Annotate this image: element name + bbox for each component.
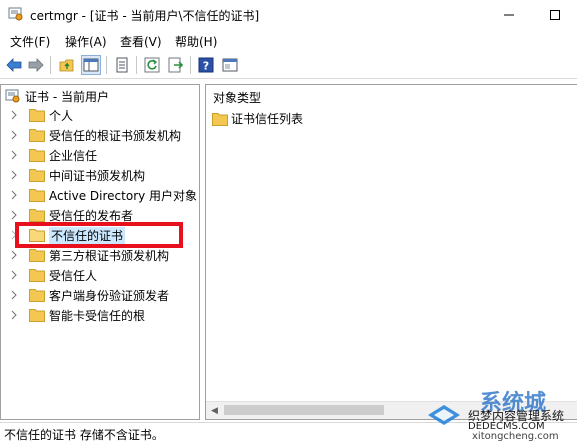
chevron-right-icon[interactable]: [9, 170, 19, 180]
export-list-button[interactable]: [167, 56, 185, 74]
tree-item-label: 受信任的发布者: [49, 208, 134, 223]
help-icon: ?: [198, 57, 214, 73]
list-pane[interactable]: 对象类型 证书信任列表 ◀: [205, 84, 577, 420]
list-item-ctl[interactable]: 证书信任列表: [212, 110, 303, 127]
tree-item-label: 受信任的根证书颁发机构: [49, 128, 182, 143]
folder-icon: [29, 269, 45, 282]
chevron-right-icon[interactable]: [9, 130, 19, 140]
tree-item-untrusted-certificates[interactable]: 不信任的证书: [9, 225, 126, 245]
menu-bar: 文件(F) 操作(A) 查看(V) 帮助(H): [0, 30, 577, 52]
list-item-label: 证书信任列表: [231, 112, 304, 126]
minimize-button[interactable]: [486, 0, 532, 30]
tree-item-label: Active Directory 用户对象: [49, 188, 198, 203]
tree-item-label: 不信任的证书: [49, 226, 126, 244]
maximize-button[interactable]: [532, 0, 577, 30]
folder-icon: [29, 289, 45, 302]
tree-pane[interactable]: 证书 - 当前用户 个人 受信任的根证书颁发机构 企业信任 中间证书颁发机构 A…: [0, 84, 200, 420]
forward-button[interactable]: [27, 56, 45, 74]
window-title: certmgr - [证书 - 当前用户\不信任的证书]: [30, 9, 260, 23]
console-icon: [222, 58, 238, 72]
folder-icon: [29, 129, 45, 142]
refresh-button[interactable]: [143, 56, 161, 74]
tree-item-label: 第三方根证书颁发机构: [49, 248, 170, 263]
console-view-button[interactable]: [221, 56, 239, 74]
chevron-right-icon[interactable]: [9, 110, 19, 120]
certificates-store-icon: [5, 89, 20, 103]
maximize-icon: [550, 10, 560, 20]
status-bar: 不信任的证书 存储不含证书。: [0, 422, 577, 443]
up-folder-icon: [59, 59, 74, 72]
folder-icon: [29, 209, 45, 222]
tree-item-enterprise-trust[interactable]: 企业信任: [9, 145, 97, 165]
back-arrow-icon: [6, 58, 22, 72]
chevron-right-icon[interactable]: [9, 230, 19, 240]
folder-icon: [29, 189, 45, 202]
chevron-right-icon[interactable]: [9, 210, 19, 220]
chevron-right-icon[interactable]: [9, 190, 19, 200]
menu-help[interactable]: 帮助(H): [173, 33, 219, 50]
tree-item-trusted-people[interactable]: 受信任人: [9, 265, 97, 285]
folder-icon: [29, 309, 45, 322]
up-one-level-button[interactable]: [58, 56, 76, 74]
tree-item-label: 中间证书颁发机构: [49, 168, 146, 183]
scroll-left-icon[interactable]: ◀: [206, 402, 223, 419]
folder-icon: [29, 109, 45, 122]
help-button[interactable]: ?: [197, 56, 215, 74]
tree-item-active-directory-user[interactable]: Active Directory 用户对象: [9, 185, 197, 205]
tree-root-label: 证书 - 当前用户: [25, 89, 109, 104]
tree-item-smart-card-trusted-roots[interactable]: 智能卡受信任的根: [9, 305, 145, 325]
menu-file[interactable]: 文件(F): [8, 33, 52, 50]
minimize-icon: [504, 14, 514, 16]
forward-arrow-icon: [28, 58, 44, 72]
tree-item-label: 客户端身份验证颁发者: [49, 288, 170, 303]
export-icon: [168, 57, 184, 73]
tree-item-trusted-root-ca[interactable]: 受信任的根证书颁发机构: [9, 125, 181, 145]
tree-item-intermediate-ca[interactable]: 中间证书颁发机构: [9, 165, 145, 185]
horizontal-scrollbar[interactable]: ◀: [206, 401, 577, 419]
folder-icon: [29, 249, 45, 262]
folder-icon: [29, 169, 45, 182]
chevron-right-icon[interactable]: [9, 150, 19, 160]
refresh-icon: [144, 57, 160, 73]
tree-root[interactable]: 证书 - 当前用户: [5, 87, 109, 105]
certmgr-window: certmgr - [证书 - 当前用户\不信任的证书] 文件(F) 操作(A)…: [0, 0, 577, 443]
menu-view[interactable]: 查看(V): [118, 33, 164, 50]
column-header-object-type[interactable]: 对象类型: [213, 89, 261, 106]
tree-item-third-party-root-ca[interactable]: 第三方根证书颁发机构: [9, 245, 169, 265]
title-bar[interactable]: certmgr - [证书 - 当前用户\不信任的证书]: [0, 0, 577, 30]
tree-item-label: 个人: [49, 108, 74, 123]
back-button[interactable]: [5, 56, 23, 74]
svg-text:?: ?: [203, 60, 209, 73]
chevron-right-icon[interactable]: [9, 310, 19, 320]
status-text: 不信任的证书 存储不含证书。: [4, 428, 164, 442]
properties-icon: [116, 57, 128, 73]
tree-item-label: 智能卡受信任的根: [49, 308, 146, 323]
properties-button[interactable]: [113, 56, 131, 74]
folder-icon: [29, 149, 45, 162]
chevron-right-icon[interactable]: [9, 290, 19, 300]
show-hide-tree-button[interactable]: [81, 55, 101, 75]
chevron-right-icon[interactable]: [9, 270, 19, 280]
certmgr-app-icon: [8, 6, 24, 22]
show-hide-tree-icon: [83, 58, 99, 72]
tree-item-client-auth-issuers[interactable]: 客户端身份验证颁发者: [9, 285, 169, 305]
chevron-right-icon[interactable]: [9, 250, 19, 260]
open-folder-icon: [29, 229, 45, 242]
tree-item-personal[interactable]: 个人: [9, 105, 73, 125]
tree-item-trusted-publishers[interactable]: 受信任的发布者: [9, 205, 133, 225]
folder-icon: [212, 112, 228, 126]
tree-item-label: 企业信任: [49, 148, 98, 163]
tree-item-label: 受信任人: [49, 268, 98, 283]
scrollbar-thumb[interactable]: [224, 405, 384, 415]
menu-action[interactable]: 操作(A): [63, 33, 109, 50]
toolbar: ?: [0, 52, 577, 79]
